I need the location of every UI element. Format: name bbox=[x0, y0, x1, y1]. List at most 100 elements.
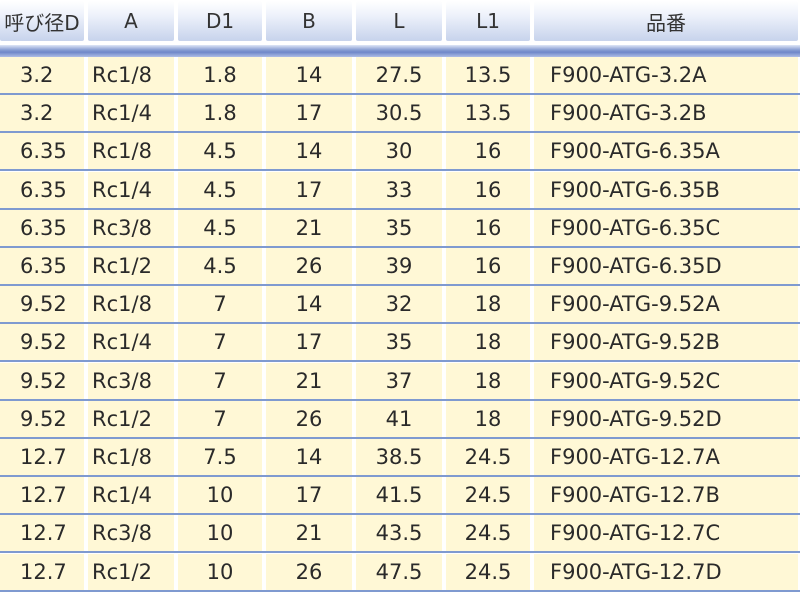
cell-nominal-diameter: 9.52 bbox=[0, 362, 84, 399]
cell-a: Rc1/2 bbox=[88, 400, 174, 437]
cell-d1: 10 bbox=[178, 477, 262, 514]
cell-b: 21 bbox=[266, 362, 352, 399]
cell-a: Rc1/4 bbox=[88, 324, 174, 361]
cell-part-number: F900-ATG-6.35A bbox=[534, 133, 798, 170]
cell-l: 41.5 bbox=[356, 477, 442, 514]
table-row: 9.52 Rc1/8 7 14 32 18 F900-ATG-9.52A bbox=[0, 286, 800, 325]
cell-a: Rc1/4 bbox=[88, 477, 174, 514]
cell-part-number: F900-ATG-9.52A bbox=[534, 286, 798, 323]
cell-d1: 7 bbox=[178, 324, 262, 361]
cell-part-number: F900-ATG-6.35C bbox=[534, 209, 798, 246]
table-row: 9.52 Rc3/8 7 21 37 18 F900-ATG-9.52C bbox=[0, 362, 800, 401]
cell-l: 27.5 bbox=[356, 57, 442, 93]
cell-l1: 16 bbox=[446, 209, 530, 246]
table-row: 3.2 Rc1/4 1.8 17 30.5 13.5 F900-ATG-3.2B bbox=[0, 95, 800, 134]
cell-l1: 13.5 bbox=[446, 95, 530, 132]
table-row: 6.35 Rc1/4 4.5 17 33 16 F900-ATG-6.35B bbox=[0, 171, 800, 210]
cell-a: Rc1/8 bbox=[88, 286, 174, 323]
cell-l: 41 bbox=[356, 400, 442, 437]
cell-a: Rc3/8 bbox=[88, 362, 174, 399]
cell-nominal-diameter: 3.2 bbox=[0, 57, 84, 93]
table-row: 3.2 Rc1/8 1.8 14 27.5 13.5 F900-ATG-3.2A bbox=[0, 57, 800, 95]
cell-a: Rc3/8 bbox=[88, 209, 174, 246]
cell-a: Rc1/4 bbox=[88, 171, 174, 208]
cell-nominal-diameter: 6.35 bbox=[0, 171, 84, 208]
cell-nominal-diameter: 12.7 bbox=[0, 439, 84, 475]
cell-nominal-diameter: 12.7 bbox=[0, 477, 84, 514]
cell-part-number: F900-ATG-3.2A bbox=[534, 57, 798, 93]
cell-nominal-diameter: 3.2 bbox=[0, 95, 84, 132]
cell-b: 17 bbox=[266, 171, 352, 208]
cell-l: 33 bbox=[356, 171, 442, 208]
header-l1: L1 bbox=[446, 1, 530, 41]
header-l: L bbox=[356, 1, 442, 41]
header-d1: D1 bbox=[178, 1, 262, 41]
header-b: B bbox=[266, 1, 352, 41]
table-row: 12.7 Rc1/4 10 17 41.5 24.5 F900-ATG-12.7B bbox=[0, 477, 800, 516]
cell-d1: 4.5 bbox=[178, 248, 262, 284]
cell-part-number: F900-ATG-6.35D bbox=[534, 248, 798, 284]
cell-b: 14 bbox=[266, 439, 352, 475]
cell-a: Rc1/4 bbox=[88, 95, 174, 132]
cell-b: 14 bbox=[266, 286, 352, 323]
table-row: 6.35 Rc1/8 4.5 14 30 16 F900-ATG-6.35A bbox=[0, 133, 800, 172]
cell-d1: 7.5 bbox=[178, 439, 262, 475]
cell-l: 38.5 bbox=[356, 439, 442, 475]
header-bar bbox=[0, 45, 800, 57]
cell-part-number: F900-ATG-3.2B bbox=[534, 95, 798, 132]
cell-l1: 18 bbox=[446, 400, 530, 437]
cell-d1: 10 bbox=[178, 515, 262, 552]
cell-part-number: F900-ATG-12.7A bbox=[534, 439, 798, 475]
cell-l: 32 bbox=[356, 286, 442, 323]
cell-d1: 1.8 bbox=[178, 57, 262, 93]
cell-part-number: F900-ATG-12.7D bbox=[534, 553, 798, 590]
cell-b: 26 bbox=[266, 553, 352, 590]
cell-nominal-diameter: 9.52 bbox=[0, 324, 84, 361]
cell-b: 17 bbox=[266, 477, 352, 514]
cell-a: Rc1/8 bbox=[88, 439, 174, 475]
cell-l: 37 bbox=[356, 362, 442, 399]
cell-part-number: F900-ATG-9.52D bbox=[534, 400, 798, 437]
cell-nominal-diameter: 9.52 bbox=[0, 400, 84, 437]
table-row: 9.52 Rc1/4 7 17 35 18 F900-ATG-9.52B bbox=[0, 324, 800, 363]
cell-l: 30 bbox=[356, 133, 442, 170]
cell-nominal-diameter: 12.7 bbox=[0, 553, 84, 590]
cell-b: 14 bbox=[266, 57, 352, 93]
cell-l1: 18 bbox=[446, 324, 530, 361]
table-row: 6.35 Rc3/8 4.5 21 35 16 F900-ATG-6.35C bbox=[0, 209, 800, 248]
cell-a: Rc1/2 bbox=[88, 248, 174, 284]
table-row: 12.7 Rc1/8 7.5 14 38.5 24.5 F900-ATG-12.7A bbox=[0, 439, 800, 477]
cell-a: Rc1/8 bbox=[88, 57, 174, 93]
cell-d1: 4.5 bbox=[178, 133, 262, 170]
cell-l1: 24.5 bbox=[446, 439, 530, 475]
cell-b: 17 bbox=[266, 324, 352, 361]
cell-l1: 24.5 bbox=[446, 515, 530, 552]
cell-b: 17 bbox=[266, 95, 352, 132]
cell-b: 21 bbox=[266, 515, 352, 552]
cell-l1: 24.5 bbox=[446, 553, 530, 590]
table-row: 9.52 Rc1/2 7 26 41 18 F900-ATG-9.52D bbox=[0, 400, 800, 439]
table-header: 呼び径D A D1 B L L1 品番 bbox=[0, 0, 800, 43]
cell-nominal-diameter: 6.35 bbox=[0, 133, 84, 170]
cell-nominal-diameter: 9.52 bbox=[0, 286, 84, 323]
cell-b: 26 bbox=[266, 248, 352, 284]
cell-l: 43.5 bbox=[356, 515, 442, 552]
header-nominal-diameter: 呼び径D bbox=[0, 1, 84, 41]
cell-l1: 18 bbox=[446, 362, 530, 399]
cell-nominal-diameter: 12.7 bbox=[0, 515, 84, 552]
cell-d1: 10 bbox=[178, 553, 262, 590]
cell-a: Rc1/2 bbox=[88, 553, 174, 590]
cell-l: 30.5 bbox=[356, 95, 442, 132]
cell-part-number: F900-ATG-12.7C bbox=[534, 515, 798, 552]
cell-d1: 1.8 bbox=[178, 95, 262, 132]
cell-l1: 24.5 bbox=[446, 477, 530, 514]
table-row: 12.7 Rc3/8 10 21 43.5 24.5 F900-ATG-12.7C bbox=[0, 515, 800, 554]
cell-nominal-diameter: 6.35 bbox=[0, 248, 84, 284]
cell-l1: 16 bbox=[446, 133, 530, 170]
table-row: 6.35 Rc1/2 4.5 26 39 16 F900-ATG-6.35D bbox=[0, 248, 800, 286]
cell-l1: 13.5 bbox=[446, 57, 530, 93]
cell-part-number: F900-ATG-9.52C bbox=[534, 362, 798, 399]
cell-b: 26 bbox=[266, 400, 352, 437]
cell-a: Rc1/8 bbox=[88, 133, 174, 170]
cell-part-number: F900-ATG-12.7B bbox=[534, 477, 798, 514]
